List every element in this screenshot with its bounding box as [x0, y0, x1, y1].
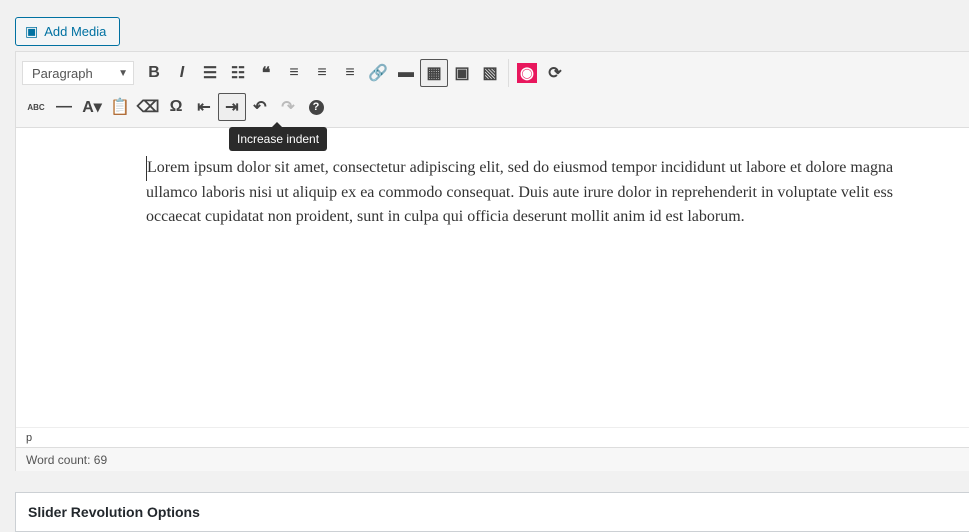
align-left-icon: ≡: [289, 64, 299, 81]
blockquote-button[interactable]: ❝: [252, 59, 280, 87]
strikethrough-icon: ABC: [27, 102, 45, 112]
content-line: occaecat cupidatat non proident, sunt in…: [146, 208, 745, 225]
dropdown-arrow-icon: ▼: [118, 67, 128, 79]
strikethrough-button[interactable]: ABC: [22, 93, 50, 121]
text-color-button[interactable]: A▾: [78, 93, 106, 121]
paste-text-icon: 📋: [110, 99, 130, 116]
align-right-button[interactable]: ≡: [336, 59, 364, 87]
italic-button[interactable]: I: [168, 59, 196, 87]
element-path[interactable]: p: [16, 427, 969, 447]
refresh-button[interactable]: ⟳: [541, 59, 569, 87]
editor-content[interactable]: Lorem ipsum dolor sit amet, consectetur …: [146, 156, 893, 230]
redo-icon: ↷: [281, 99, 295, 116]
special-character-icon: Ω: [169, 98, 183, 115]
bold-button[interactable]: B: [140, 59, 168, 87]
refresh-icon: ⟳: [548, 65, 562, 82]
read-more-button[interactable]: ▬: [392, 59, 420, 87]
special-character-button[interactable]: Ω: [162, 93, 190, 121]
blockquote-icon: ❝: [261, 65, 271, 82]
align-right-icon: ≡: [345, 64, 355, 81]
editor-toolbar: Paragraph ▼ B I ☰ ☷ ❝ ≡ ≡ ≡ 🔗 ▬ ▦ ▣ ▧ ◉ ⟳ ABC — A▾ 📋 ⌫ Ω ⇤ ⇥ ↶ ↷…: [16, 52, 969, 128]
editor: Paragraph ▼ B I ☰ ☷ ❝ ≡ ≡ ≡ 🔗 ▬ ▦ ▣ ▧ ◉ ⟳ ABC — A▾ 📋 ⌫ Ω ⇤ ⇥ ↶ ↷…: [15, 51, 969, 471]
clear-formatting-button[interactable]: ⌫: [134, 93, 162, 121]
tooltip: Increase indent: [229, 122, 328, 151]
toolbar-separator: [508, 59, 509, 87]
bold-icon: B: [148, 64, 160, 81]
slider-revolution-options-box[interactable]: Slider Revolution Options: [15, 492, 969, 532]
paste-text-button[interactable]: 📋: [106, 93, 134, 121]
align-center-button[interactable]: ≡: [308, 59, 336, 87]
align-left-button[interactable]: ≡: [280, 59, 308, 87]
undo-button[interactable]: ↶: [246, 93, 274, 121]
numbered-list-icon: ☷: [230, 65, 246, 82]
clear-formatting-icon: ⌫: [136, 99, 160, 116]
preview-icon: ▣: [454, 65, 470, 82]
content-line: ullamco laboris nisi ut aliquip ex ea co…: [146, 183, 893, 201]
bulleted-list-icon: ☰: [202, 65, 218, 82]
word-count: Word count: 69: [16, 447, 969, 471]
increase-indent-button[interactable]: ⇥: [218, 93, 246, 121]
gallery-icon: ▧: [482, 65, 498, 82]
slider-revolution-icon: ◉: [517, 63, 537, 83]
redo-button[interactable]: ↷: [274, 93, 302, 121]
numbered-list-button[interactable]: ☷: [224, 59, 252, 87]
text-color-icon: A▾: [82, 99, 102, 116]
decrease-indent-button[interactable]: ⇤: [190, 93, 218, 121]
horizontal-line-icon: —: [56, 98, 72, 115]
insert-link-icon: 🔗: [368, 65, 388, 82]
insert-link-button[interactable]: 🔗: [364, 59, 392, 87]
slider-revolution-button[interactable]: ◉: [513, 59, 541, 87]
bulleted-list-button[interactable]: ☰: [196, 59, 224, 87]
toolbar-toggle-icon: ▦: [426, 65, 442, 82]
increase-indent-icon: ⇥: [225, 99, 239, 116]
media-icon: ▣: [25, 23, 39, 39]
undo-icon: ↶: [253, 99, 267, 116]
toolbar-toggle-button[interactable]: ▦: [420, 59, 448, 87]
help-button[interactable]: ?: [302, 93, 330, 121]
italic-icon: I: [179, 64, 185, 81]
help-icon: ?: [308, 99, 324, 115]
align-center-icon: ≡: [317, 64, 327, 81]
horizontal-line-button[interactable]: —: [50, 93, 78, 121]
read-more-icon: ▬: [398, 64, 414, 81]
add-media-button[interactable]: ▣ Add Media: [15, 17, 120, 46]
preview-button[interactable]: ▣: [448, 59, 476, 87]
gallery-button[interactable]: ▧: [476, 59, 504, 87]
content-line: Lorem ipsum dolor sit amet, consectetur …: [146, 156, 893, 181]
format-select[interactable]: Paragraph ▼: [22, 61, 134, 85]
decrease-indent-icon: ⇤: [197, 99, 211, 116]
